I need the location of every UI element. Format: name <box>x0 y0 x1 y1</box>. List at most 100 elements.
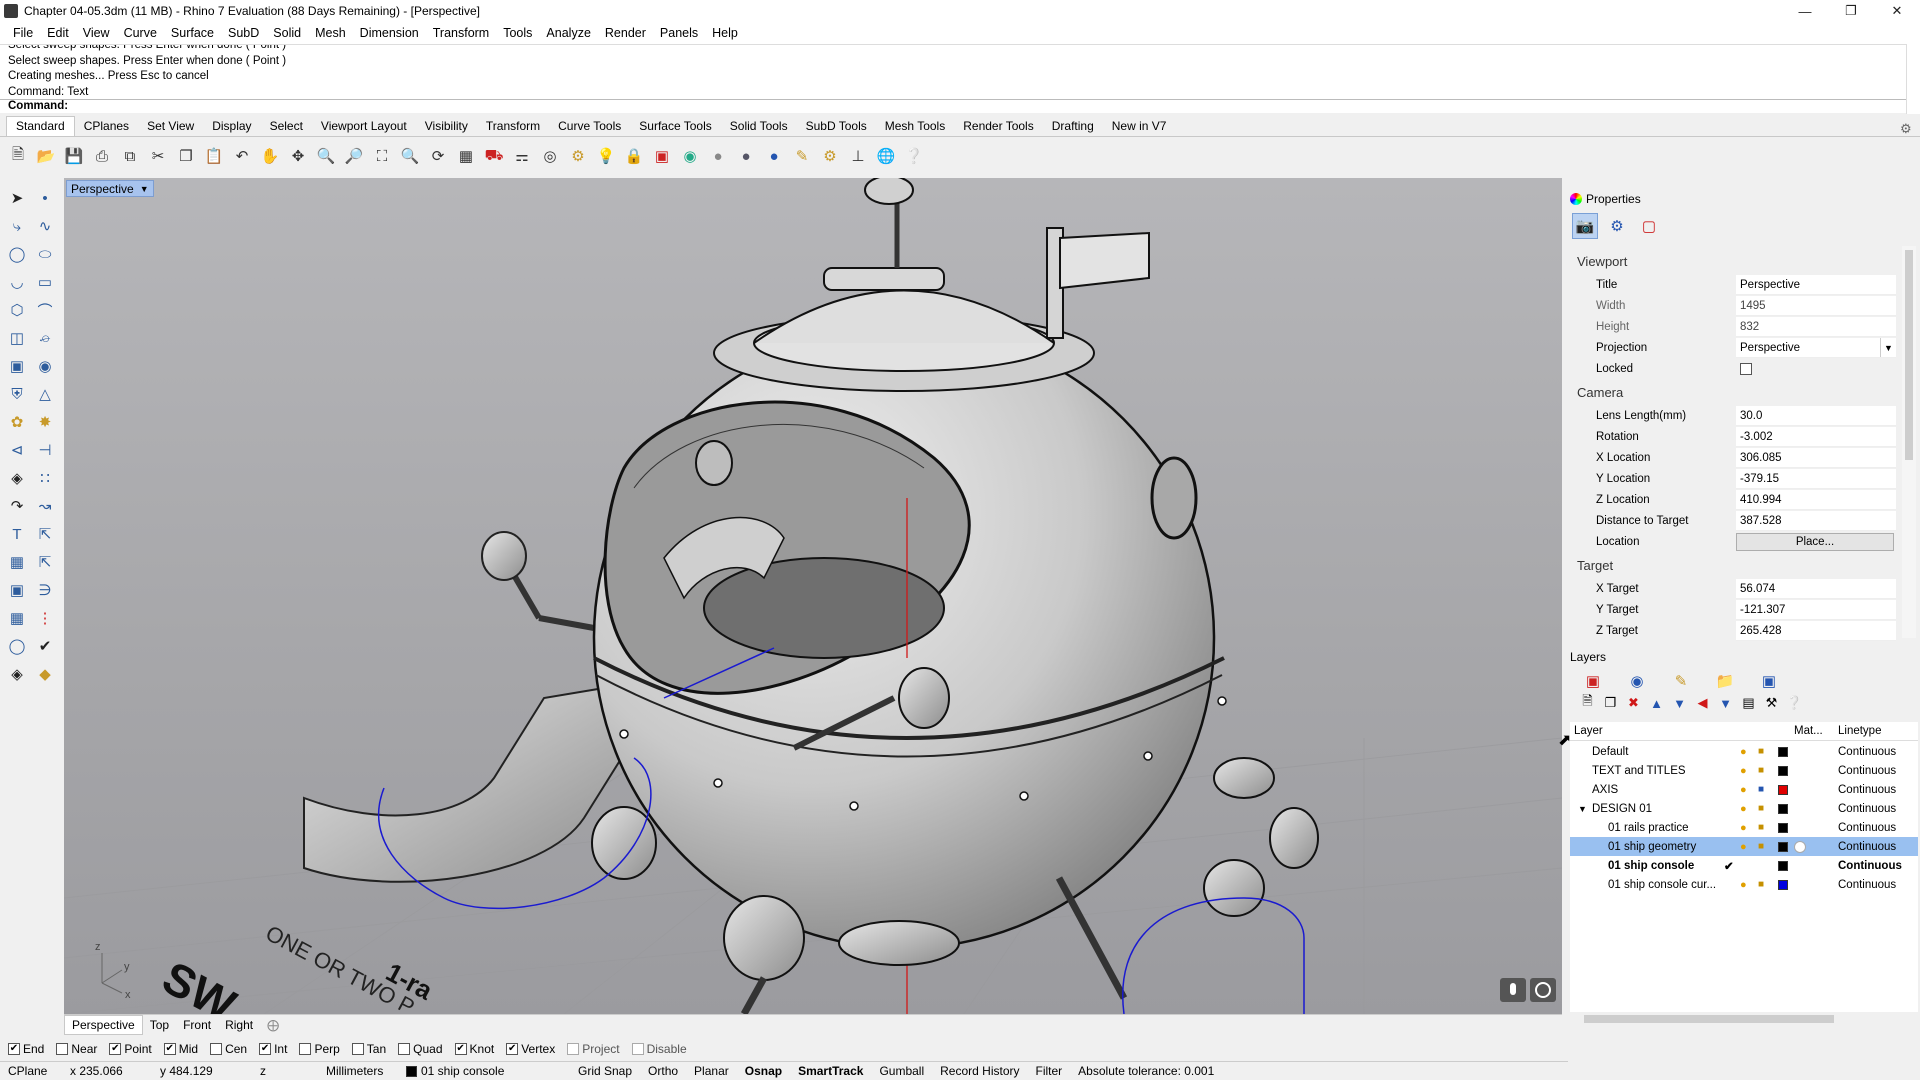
osnap-checkbox[interactable] <box>398 1043 411 1055</box>
ellipse-icon[interactable]: ⬭ <box>32 242 58 266</box>
osnap-checkbox[interactable] <box>210 1043 223 1055</box>
menu-analyze[interactable]: Analyze <box>539 26 597 40</box>
col-material[interactable]: Mat... <box>1794 725 1823 737</box>
status-grid-snap[interactable]: Grid Snap <box>570 1064 640 1078</box>
status-planar[interactable]: Planar <box>686 1064 737 1078</box>
bulb-icon[interactable]: 💡 <box>594 144 618 168</box>
status-osnap[interactable]: Osnap <box>737 1064 790 1078</box>
tab-subd-tools[interactable]: SubD Tools <box>797 117 876 136</box>
osnap-vertex[interactable]: ✔ Vertex <box>506 1042 555 1056</box>
distance-to-target-field[interactable]: 387.528 <box>1736 511 1896 531</box>
bulb-icon[interactable]: ● <box>1740 841 1747 853</box>
extrude-icon[interactable]: △ <box>32 382 58 406</box>
render-settings-icon[interactable]: ⚙ <box>1604 213 1630 239</box>
status-gumball[interactable]: Gumball <box>871 1064 932 1078</box>
trim-icon[interactable]: ⊲ <box>4 438 30 462</box>
move-icon[interactable]: ⇱ <box>32 550 58 574</box>
curve-icon[interactable]: ∿ <box>32 214 58 238</box>
move-out-icon[interactable]: ◀ <box>1693 694 1712 712</box>
tab-display[interactable]: Display <box>203 117 260 136</box>
new-icon[interactable]: 🗎 <box>6 144 30 168</box>
osnap-checkbox[interactable]: ✔ <box>8 1043 20 1055</box>
z-target-field[interactable]: 265.428 <box>1736 621 1896 641</box>
undo-icon[interactable]: ↶ <box>230 144 254 168</box>
osnap-checkbox[interactable] <box>631 1043 644 1055</box>
shaded-sphere-icon[interactable]: ● <box>734 144 758 168</box>
lock-icon[interactable]: ■ <box>1758 879 1764 890</box>
osnap-quad[interactable]: Quad <box>398 1042 443 1056</box>
x-location-field[interactable]: 306.085 <box>1736 448 1896 468</box>
zoom-icon[interactable]: 🔍 <box>314 144 338 168</box>
status-filter[interactable]: Filter <box>1028 1064 1071 1078</box>
render-icon[interactable]: ◈ <box>4 662 30 686</box>
layer-row[interactable]: 01 rails practice ● ■ Continuous <box>1570 818 1918 837</box>
osnap-point[interactable]: ✔ Point <box>109 1042 152 1056</box>
help-icon[interactable]: ❔ <box>1785 694 1804 712</box>
locked-checkbox[interactable] <box>1740 363 1752 375</box>
osnap-cen[interactable]: Cen <box>210 1042 247 1056</box>
lock-icon[interactable]: ■ <box>1758 841 1764 852</box>
point-icon[interactable]: • <box>32 186 58 210</box>
delete-layer-icon[interactable]: ✖ <box>1624 694 1643 712</box>
rotate-view-icon[interactable]: ⟳ <box>426 144 450 168</box>
lock-icon[interactable]: ■ <box>1758 784 1764 795</box>
fillet-curve-icon[interactable]: ⌒ <box>32 298 58 322</box>
close-button[interactable]: ✕ <box>1874 0 1920 22</box>
circle-icon[interactable]: ◯ <box>4 242 30 266</box>
layer-row-selected[interactable]: 01 ship geometry ● ■ Continuous <box>1570 837 1918 856</box>
split-icon[interactable]: ⊣ <box>32 438 58 462</box>
tab-transform[interactable]: Transform <box>477 117 549 136</box>
text-icon[interactable]: T <box>4 522 30 546</box>
y-target-field[interactable]: -121.307 <box>1736 600 1896 620</box>
lens-length-field[interactable]: 30.0 <box>1736 406 1896 426</box>
osnap-knot[interactable]: ✔ Knot <box>454 1042 494 1056</box>
loft-icon[interactable]: ⌮ <box>32 326 58 350</box>
gear-icon[interactable]: ⚙ <box>1900 121 1912 137</box>
command-scrollbar[interactable] <box>1906 44 1920 114</box>
viewport-tab-front[interactable]: Front <box>176 1016 218 1034</box>
rotation-field[interactable]: -3.002 <box>1736 427 1896 447</box>
array-icon[interactable]: ∋ <box>32 578 58 602</box>
layer-icon[interactable]: ▣ <box>650 144 674 168</box>
layer-linetype[interactable]: Continuous <box>1838 841 1896 853</box>
check-icon[interactable]: ✔ <box>32 634 58 658</box>
blend-icon[interactable]: ↝ <box>32 494 58 518</box>
layer-linetype[interactable]: Continuous <box>1838 765 1896 777</box>
print-icon[interactable]: ⎙ <box>90 144 114 168</box>
grid-array-icon[interactable]: ▦ <box>4 606 30 630</box>
viewport-tab-perspective[interactable]: Perspective <box>64 1014 143 1035</box>
osnap-checkbox[interactable] <box>56 1043 69 1055</box>
mesh-icon[interactable]: ◈ <box>4 466 30 490</box>
scroll-thumb[interactable] <box>1584 1015 1834 1023</box>
color-icon[interactable]: ◉ <box>678 144 702 168</box>
osnap-checkbox[interactable]: ✔ <box>259 1043 272 1055</box>
tab-mesh-tools[interactable]: Mesh Tools <box>876 117 954 136</box>
viewport-tab-top[interactable]: Top <box>143 1016 176 1034</box>
minimize-button[interactable]: — <box>1782 0 1828 22</box>
lock-icon[interactable]: ■ <box>1758 803 1764 814</box>
menu-edit[interactable]: Edit <box>40 26 76 40</box>
zoom-selected-icon[interactable]: 🔍 <box>398 144 422 168</box>
layer-row[interactable]: AXIS ● ■ Continuous <box>1570 780 1918 799</box>
osnap-int[interactable]: ✔ Int <box>259 1042 287 1056</box>
layer-linetype[interactable]: Continuous <box>1838 746 1896 758</box>
display-tab-icon[interactable]: ✎ <box>1668 668 1694 694</box>
layer-color[interactable] <box>1778 746 1788 757</box>
paste-icon[interactable]: 📋 <box>202 144 226 168</box>
polygon-icon[interactable]: ⬡ <box>4 298 30 322</box>
subd-icon[interactable]: ✿ <box>4 410 30 434</box>
tab-render-tools[interactable]: Render Tools <box>954 117 1043 136</box>
copy-icon[interactable]: ❐ <box>174 144 198 168</box>
osnap-checkbox[interactable]: ✔ <box>454 1043 467 1055</box>
bulb-icon[interactable]: ● <box>1740 803 1747 815</box>
camera-icon[interactable]: 📷 <box>1572 213 1598 239</box>
material-icon[interactable]: ◆ <box>32 662 58 686</box>
grid-icon[interactable]: ⚙ <box>566 144 590 168</box>
gear-icon[interactable]: ⚙ <box>818 144 842 168</box>
projection-select[interactable]: Perspective ▼ <box>1736 338 1896 358</box>
rendered-sphere-icon[interactable]: ● <box>762 144 786 168</box>
tab-set-view[interactable]: Set View <box>138 117 203 136</box>
tab-solid-tools[interactable]: Solid Tools <box>721 117 797 136</box>
tab-drafting[interactable]: Drafting <box>1043 117 1103 136</box>
files-tab-icon[interactable]: 📁 <box>1712 668 1738 694</box>
